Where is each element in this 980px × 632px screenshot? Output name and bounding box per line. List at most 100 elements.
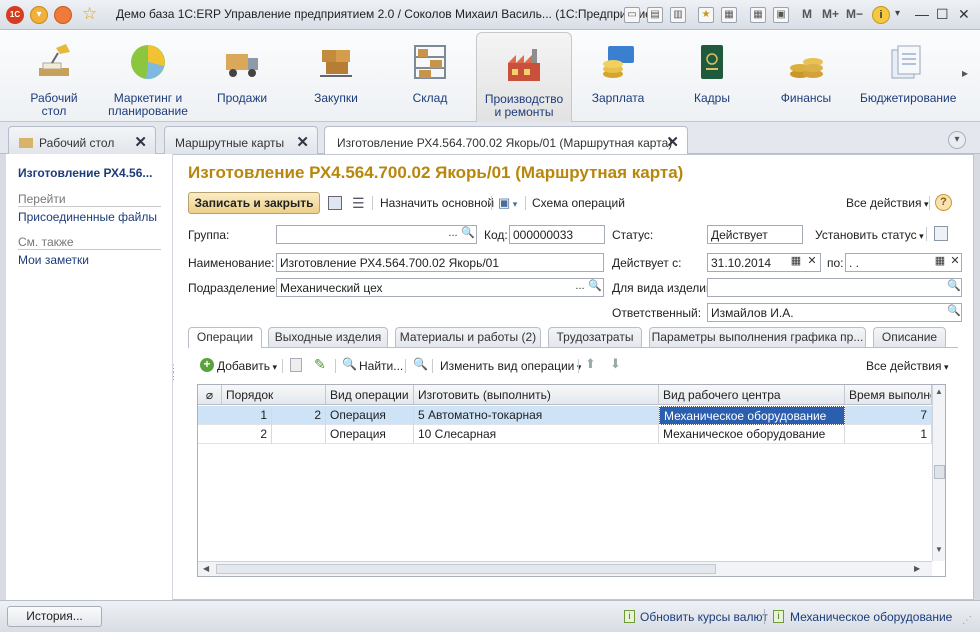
tab-route-cards[interactable]: Маршрутные карты ✕ — [164, 126, 318, 154]
grid-all-actions-menu[interactable]: Все действия — [866, 359, 949, 373]
nav-attached-files-link[interactable]: Присоединенные файлы — [18, 210, 157, 224]
cell-time[interactable]: 1 — [845, 425, 932, 444]
splitter-handle[interactable]: ⋮ ⋮ — [169, 364, 178, 381]
copy-icon[interactable] — [290, 358, 302, 372]
scroll-left-icon[interactable]: ◀ — [203, 564, 209, 573]
pencil-icon[interactable]: ✎ — [314, 356, 326, 373]
tab-description[interactable]: Описание — [873, 327, 946, 347]
add-button[interactable]: Добавить — [217, 359, 277, 373]
section-salary[interactable]: Зарплата — [578, 30, 658, 122]
change-operation-type-menu[interactable]: Изменить вид операции — [440, 359, 581, 373]
scroll-down-icon[interactable]: ▼ — [935, 545, 943, 554]
attachment-column-header[interactable]: ⌀ — [198, 385, 222, 405]
chevron-right-icon[interactable]: ▸ — [962, 66, 968, 80]
memory-minus-button[interactable]: M− — [846, 7, 863, 21]
column-header[interactable]: Вид рабочего центра — [659, 385, 845, 405]
section-budgeting[interactable]: Бюджетирование — [860, 30, 956, 122]
cell-make[interactable]: 5 Автоматно-токарная — [414, 406, 659, 425]
bookmark-icon[interactable]: ★ — [698, 7, 714, 23]
save-close-button[interactable]: Записать и закрыть — [188, 192, 320, 214]
menu-dropdown-icon[interactable]: ▾ — [30, 6, 48, 24]
cell-work-center-type[interactable]: Механическое оборудование — [659, 425, 845, 444]
section-finance[interactable]: Финансы — [766, 30, 846, 122]
clear-search-icon[interactable]: 🔍 — [413, 357, 428, 371]
calculator-icon[interactable]: ▦ — [750, 7, 766, 23]
search-icon[interactable]: 🔍 — [460, 226, 476, 243]
chevron-down-icon[interactable]: ▾ — [895, 8, 900, 19]
horizontal-scrollbar[interactable]: ◀ ▶ — [198, 561, 932, 576]
tabs-menu-chevron-icon[interactable]: ▾ — [948, 131, 966, 149]
scroll-thumb[interactable] — [934, 465, 945, 479]
close-icon[interactable]: ✕ — [666, 133, 679, 151]
info-icon[interactable]: i — [872, 6, 890, 24]
select-button[interactable]: ... — [572, 279, 588, 296]
code-field[interactable]: 000000033 — [509, 225, 605, 244]
history-icon[interactable]: ▦ — [721, 7, 737, 23]
search-icon[interactable]: 🔍 — [946, 279, 962, 296]
home-icon[interactable] — [54, 6, 72, 24]
memory-plus-button[interactable]: M+ — [822, 7, 839, 21]
calendar-icon[interactable]: ▦ — [788, 254, 804, 271]
product-type-field[interactable] — [707, 278, 962, 297]
scroll-up-icon[interactable]: ▲ — [935, 387, 943, 396]
add-icon[interactable]: + — [200, 358, 214, 372]
operations-table[interactable]: ⌀ Порядок Вид операции Изготовить (выпол… — [197, 384, 946, 577]
favorites-star-icon[interactable]: ☆ — [82, 4, 97, 24]
section-hr[interactable]: Кадры — [672, 30, 752, 122]
search-icon[interactable]: 🔍 — [587, 279, 603, 296]
preview-icon[interactable]: ▥ — [670, 7, 686, 23]
update-rates-link[interactable]: Обновить курсы валют — [640, 610, 768, 624]
vertical-scrollbar[interactable]: ▲ ▼ — [932, 385, 945, 561]
help-icon[interactable]: ? — [935, 194, 952, 211]
tab-route-card-item[interactable]: Изготовление РХ4.564.700.02 Якорь/01 (Ма… — [324, 126, 688, 155]
search-icon[interactable]: 🔍 — [342, 357, 357, 371]
history-button[interactable]: История... — [7, 606, 102, 627]
memory-m-button[interactable]: M — [802, 7, 812, 21]
app-logo-icon[interactable]: 1С — [6, 6, 24, 24]
close-icon[interactable]: ✕ — [296, 133, 309, 151]
section-desktop[interactable]: Рабочий стол — [14, 30, 94, 122]
search-icon[interactable]: 🔍 — [946, 304, 962, 321]
cell-time[interactable]: 7 — [845, 406, 932, 425]
resize-grip-icon[interactable]: ⋰ — [962, 615, 972, 626]
column-header[interactable]: Время выполнен — [845, 385, 932, 405]
all-actions-menu[interactable]: Все действия — [846, 196, 929, 210]
name-field[interactable]: Изготовление РХ4.564.700.02 Якорь/01 — [276, 253, 604, 272]
section-marketing[interactable]: Маркетинг и планирование — [106, 30, 190, 122]
cell-work-center-type[interactable]: Механическое оборудование — [659, 406, 845, 425]
cell-operation-type[interactable]: Операция — [326, 425, 414, 444]
close-window-button[interactable]: ✕ — [958, 6, 970, 23]
tab-materials-works[interactable]: Материалы и работы (2) — [395, 327, 541, 347]
scroll-right-icon[interactable]: ▶ — [914, 564, 920, 573]
clear-icon[interactable]: ✕ — [804, 254, 820, 271]
tab-labor[interactable]: Трудозатраты — [548, 327, 642, 347]
cell-operation-type[interactable]: Операция — [326, 406, 414, 425]
nav-my-notes-link[interactable]: Мои заметки — [18, 253, 89, 267]
equipment-link[interactable]: Механическое оборудование — [790, 610, 952, 624]
section-purchases[interactable]: Закупки — [296, 30, 376, 122]
cell-make[interactable]: 10 Слесарная — [414, 425, 659, 444]
find-button[interactable]: Найти... — [359, 359, 403, 373]
print-icon[interactable]: ▤ — [647, 7, 663, 23]
close-icon[interactable]: ✕ — [134, 133, 147, 151]
tab-schedule-params[interactable]: Параметры выполнения графика пр... — [649, 327, 866, 347]
arrow-up-icon[interactable]: ⬆ — [585, 356, 596, 372]
minimize-button[interactable]: — — [915, 6, 929, 22]
save-icon[interactable] — [328, 196, 342, 210]
calendar-icon[interactable]: ▦ — [932, 254, 948, 271]
save-icon[interactable]: ▭ — [624, 7, 640, 23]
list-icon[interactable]: ☰ — [352, 195, 365, 212]
section-sales[interactable]: Продажи — [202, 30, 282, 122]
calendar-icon[interactable]: ▣ — [773, 7, 789, 23]
nav-current-item[interactable]: Изготовление РХ4.56... — [18, 166, 152, 180]
set-status-menu[interactable]: Установить статус — [815, 228, 924, 242]
column-header[interactable]: Порядок — [222, 385, 326, 405]
department-field[interactable]: Механический цех — [276, 278, 604, 297]
create-based-on-icon[interactable]: ▣ — [498, 195, 517, 211]
column-header[interactable]: Вид операции — [326, 385, 414, 405]
responsible-field[interactable]: Измайлов И.А. — [707, 303, 962, 322]
select-button[interactable]: ... — [445, 226, 461, 243]
tab-output-products[interactable]: Выходные изделия — [268, 327, 388, 347]
operations-scheme-button[interactable]: Схема операций — [532, 196, 625, 210]
cell-order-sub[interactable] — [272, 425, 326, 444]
